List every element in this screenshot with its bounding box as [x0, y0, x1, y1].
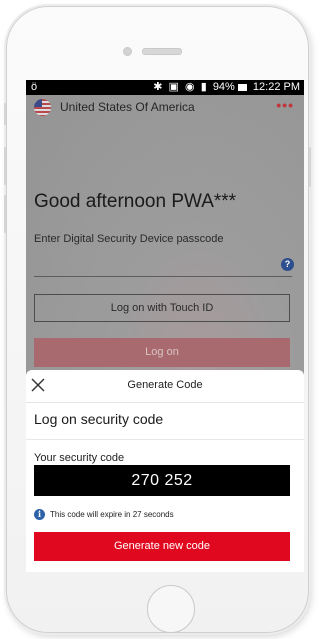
earpiece-speaker: [142, 48, 182, 55]
divider: [26, 439, 304, 440]
phone-screen: ö ✱ ▣ ◉ ▮ 94% 12:22 PM United States Of …: [26, 80, 304, 572]
more-options-icon[interactable]: •••: [276, 97, 294, 113]
security-code-display: 270 252: [34, 465, 290, 496]
battery-percent: 94%: [212, 81, 235, 93]
alarm-icon: ◉: [185, 81, 195, 93]
volume-up-button: [4, 147, 6, 185]
sheet-header: Generate Code: [26, 370, 304, 403]
touch-id-button[interactable]: Log on with Touch ID: [34, 294, 290, 322]
nfc-icon: ▣: [168, 81, 179, 93]
expiry-notice: i This code will expire in 27 seconds: [34, 508, 174, 520]
notification-icon: ö: [31, 81, 38, 93]
power-button: [309, 147, 311, 187]
passcode-prompt: Enter Digital Security Device passcode: [34, 233, 224, 245]
info-icon: i: [34, 508, 45, 520]
clock: 12:22 PM: [252, 81, 300, 93]
generate-code-sheet: Generate Code Log on security code Your …: [26, 370, 304, 572]
sheet-title: Generate Code: [127, 379, 203, 391]
security-code-label: Your security code: [34, 452, 125, 464]
signal-icon: ▮: [200, 81, 207, 93]
bluetooth-icon: ✱: [153, 81, 163, 93]
security-code-heading: Log on security code: [34, 411, 164, 427]
volume-down-button: [4, 195, 6, 233]
greeting-text: Good afternoon PWA***: [34, 191, 237, 212]
mute-switch: [4, 103, 6, 125]
help-icon[interactable]: ?: [281, 258, 294, 271]
country-name: United States Of America: [60, 100, 195, 114]
home-button[interactable]: [147, 585, 195, 633]
generate-new-code-button[interactable]: Generate new code: [34, 532, 290, 561]
country-selector[interactable]: United States Of America: [34, 98, 195, 116]
status-icons: ✱ ▣ ◉ ▮ 94% 12:22 PM: [150, 80, 300, 95]
us-flag-icon: [34, 98, 51, 116]
battery-icon: [237, 83, 247, 91]
expiry-text: This code will expire in 27 seconds: [50, 509, 174, 519]
passcode-input[interactable]: [34, 276, 292, 277]
status-bar: ö ✱ ▣ ◉ ▮ 94% 12:22 PM: [26, 80, 304, 95]
log-on-button[interactable]: Log on: [34, 338, 290, 367]
front-camera: [123, 47, 132, 56]
